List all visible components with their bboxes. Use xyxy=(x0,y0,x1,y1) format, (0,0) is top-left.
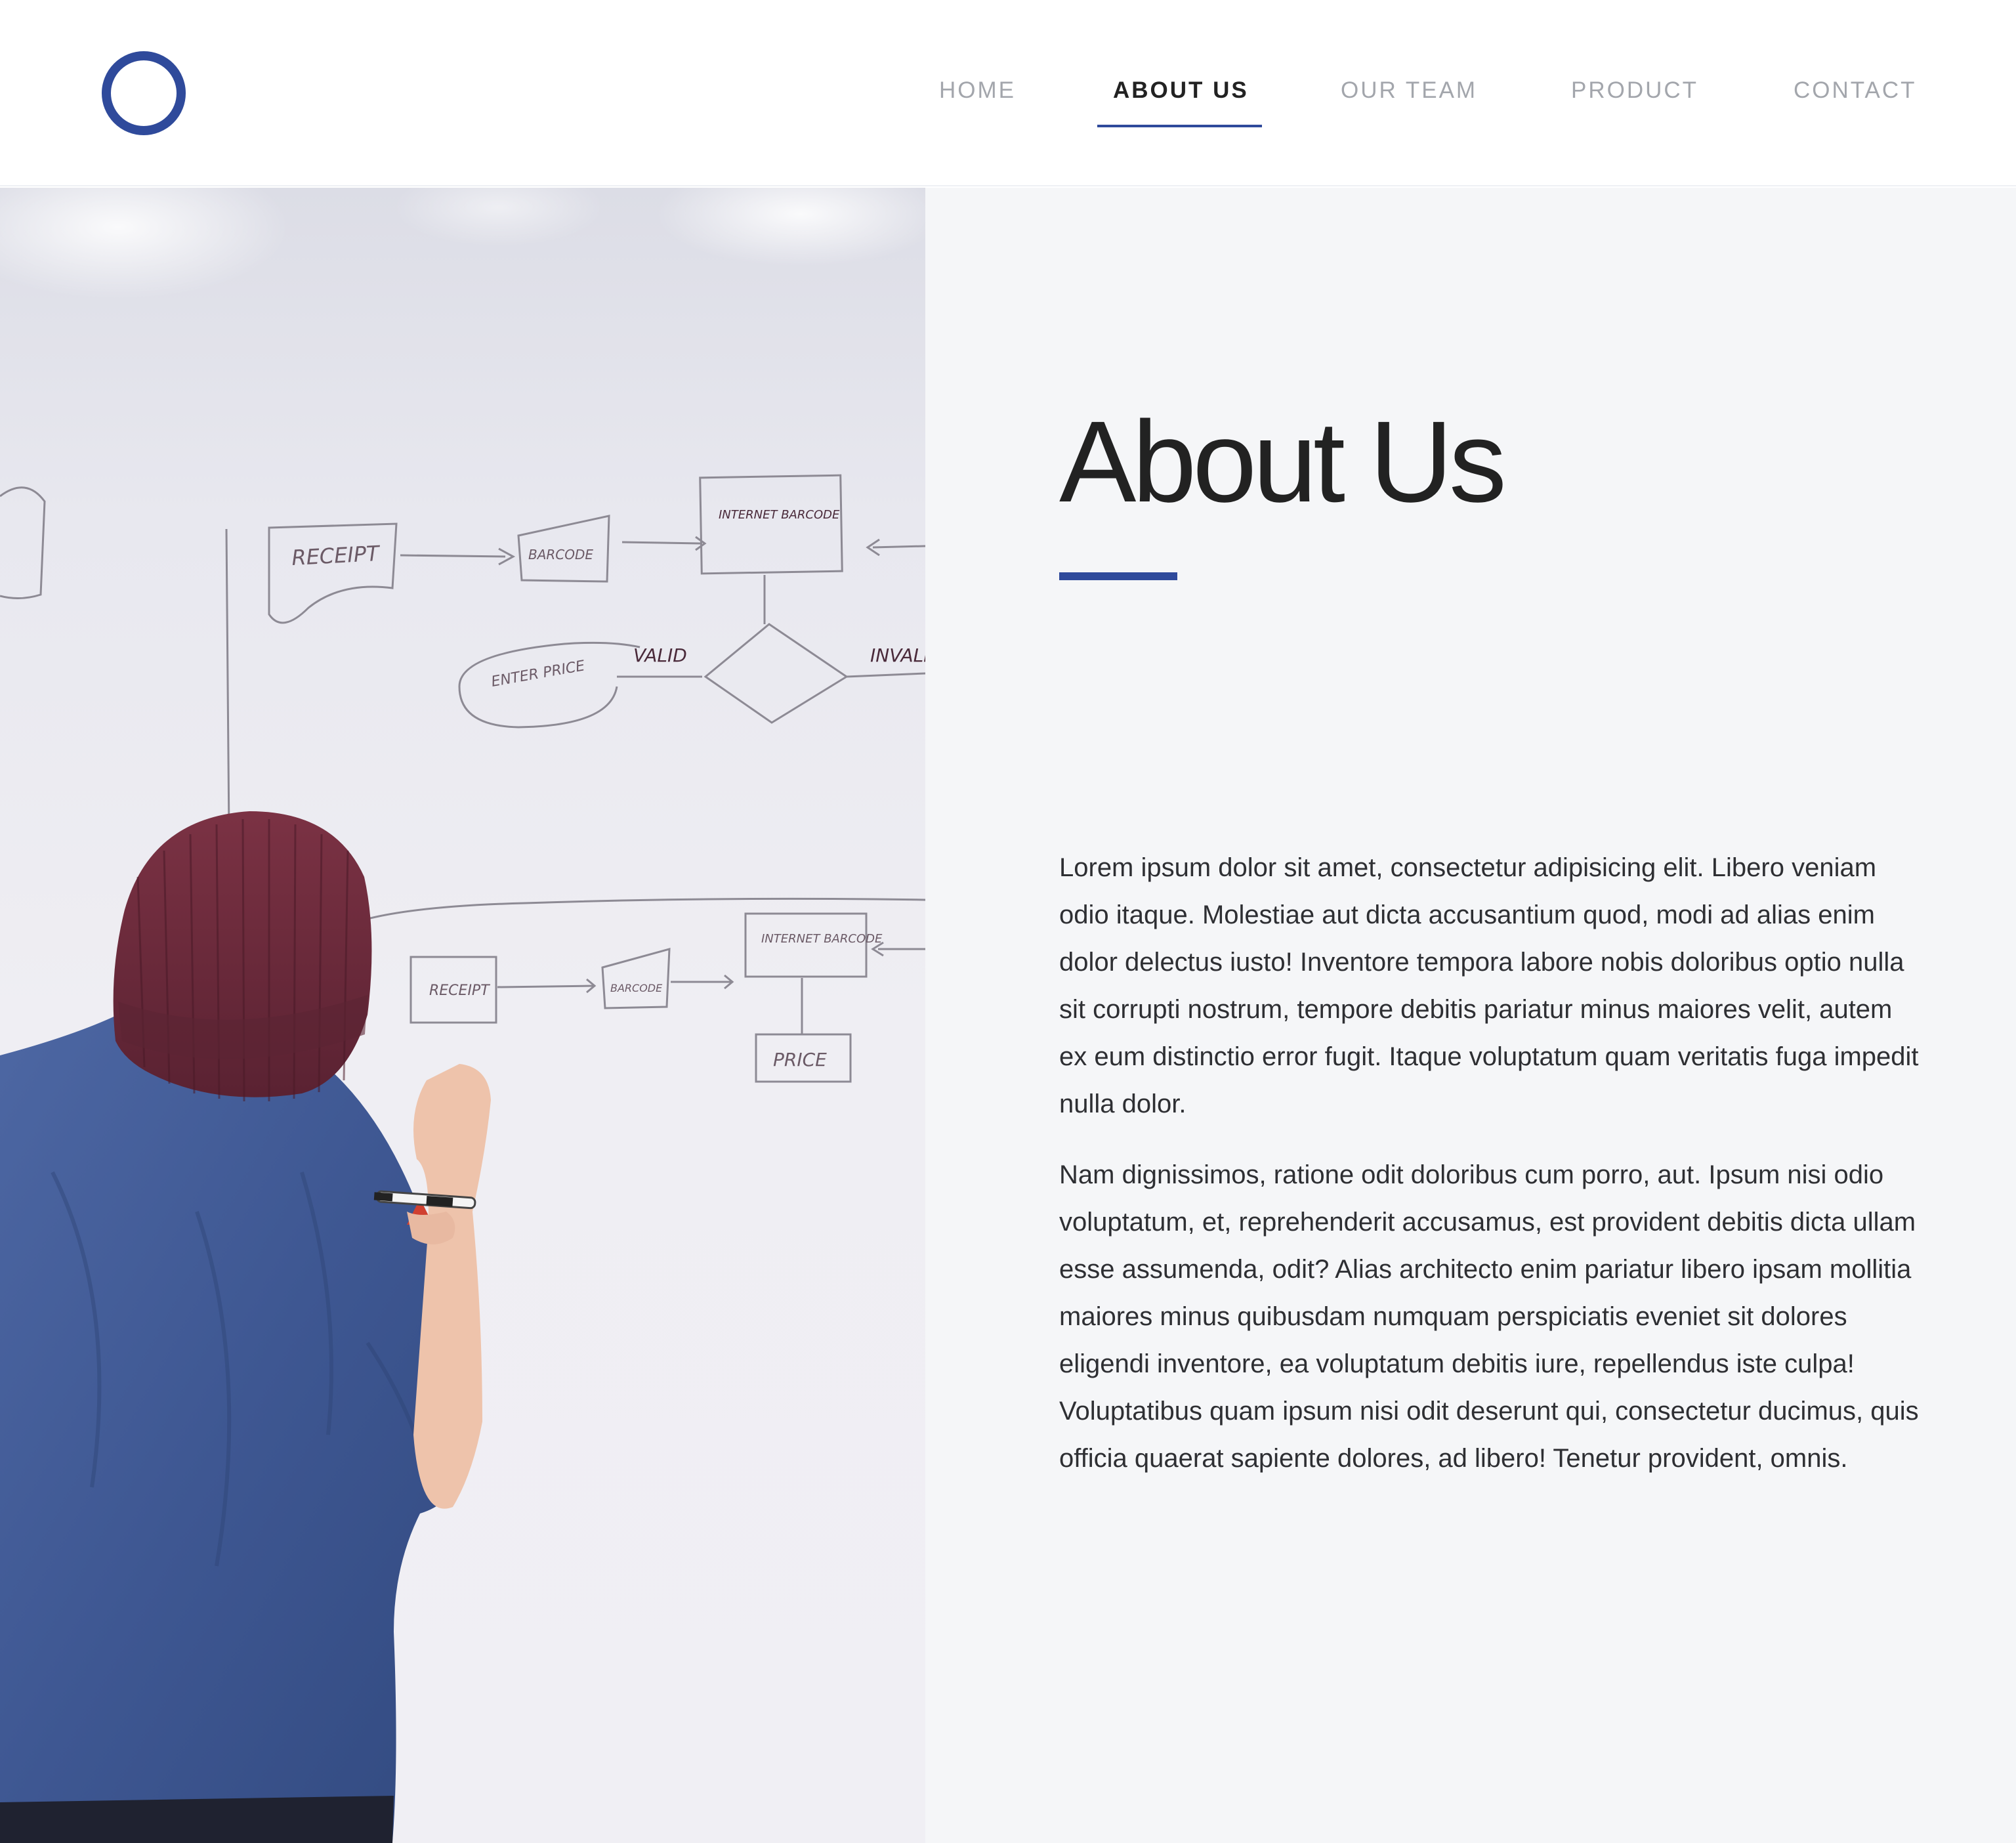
about-paragraph-2: Nam dignissimos, ratione odit doloribus … xyxy=(1059,1160,1919,1473)
about-section: About Us Lorem ipsum dolor sit amet, con… xyxy=(925,188,2016,1843)
light-glare xyxy=(394,188,604,247)
light-glare xyxy=(656,188,925,266)
person-at-whiteboard-photo: RECEIPT BARCODE INTERNET BARCODE ENTER P… xyxy=(0,188,925,1843)
nav-item-home[interactable]: HOME xyxy=(939,77,1016,130)
whiteboard-handwriting: RECEIPT BARCODE INTERNET BARCODE ENTER P… xyxy=(291,508,925,1070)
site-header: HOME ABOUT US OUR TEAM PRODUCT CONTACT xyxy=(0,0,2016,186)
svg-text:BARCODE: BARCODE xyxy=(610,982,663,994)
nav-item-about-us[interactable]: ABOUT US xyxy=(1097,77,1262,130)
about-paragraph-1: Lorem ipsum dolor sit amet, consectetur … xyxy=(1059,853,1919,1118)
svg-text:BARCODE: BARCODE xyxy=(528,547,593,562)
page-title: About Us xyxy=(1059,398,1507,526)
nav-item-contact[interactable]: CONTACT xyxy=(1794,77,1917,130)
svg-text:INTERNET BARCODE: INTERNET BARCODE xyxy=(719,508,840,522)
title-underline xyxy=(1059,572,1177,580)
svg-text:ENTER PRICE: ENTER PRICE xyxy=(490,658,587,690)
svg-text:PRICE: PRICE xyxy=(773,1049,827,1070)
person-arm xyxy=(413,1064,491,1509)
light-glare xyxy=(0,188,289,299)
svg-text:RECEIPT: RECEIPT xyxy=(291,541,381,570)
person-pants xyxy=(0,1796,394,1843)
svg-text:VALID: VALID xyxy=(633,645,687,666)
ring-logo-icon[interactable] xyxy=(102,51,186,135)
nav-item-product[interactable]: PRODUCT xyxy=(1571,77,1698,130)
svg-text:INTERNET BARCODE: INTERNET BARCODE xyxy=(761,932,883,946)
nav-item-our-team[interactable]: OUR TEAM xyxy=(1341,77,1477,130)
person-shirt xyxy=(0,1011,465,1843)
svg-text:RECEIPT: RECEIPT xyxy=(429,983,490,999)
svg-text:INVALID ?: INVALID ? xyxy=(870,645,925,666)
photo-illustration: RECEIPT BARCODE INTERNET BARCODE ENTER P… xyxy=(0,188,925,1843)
